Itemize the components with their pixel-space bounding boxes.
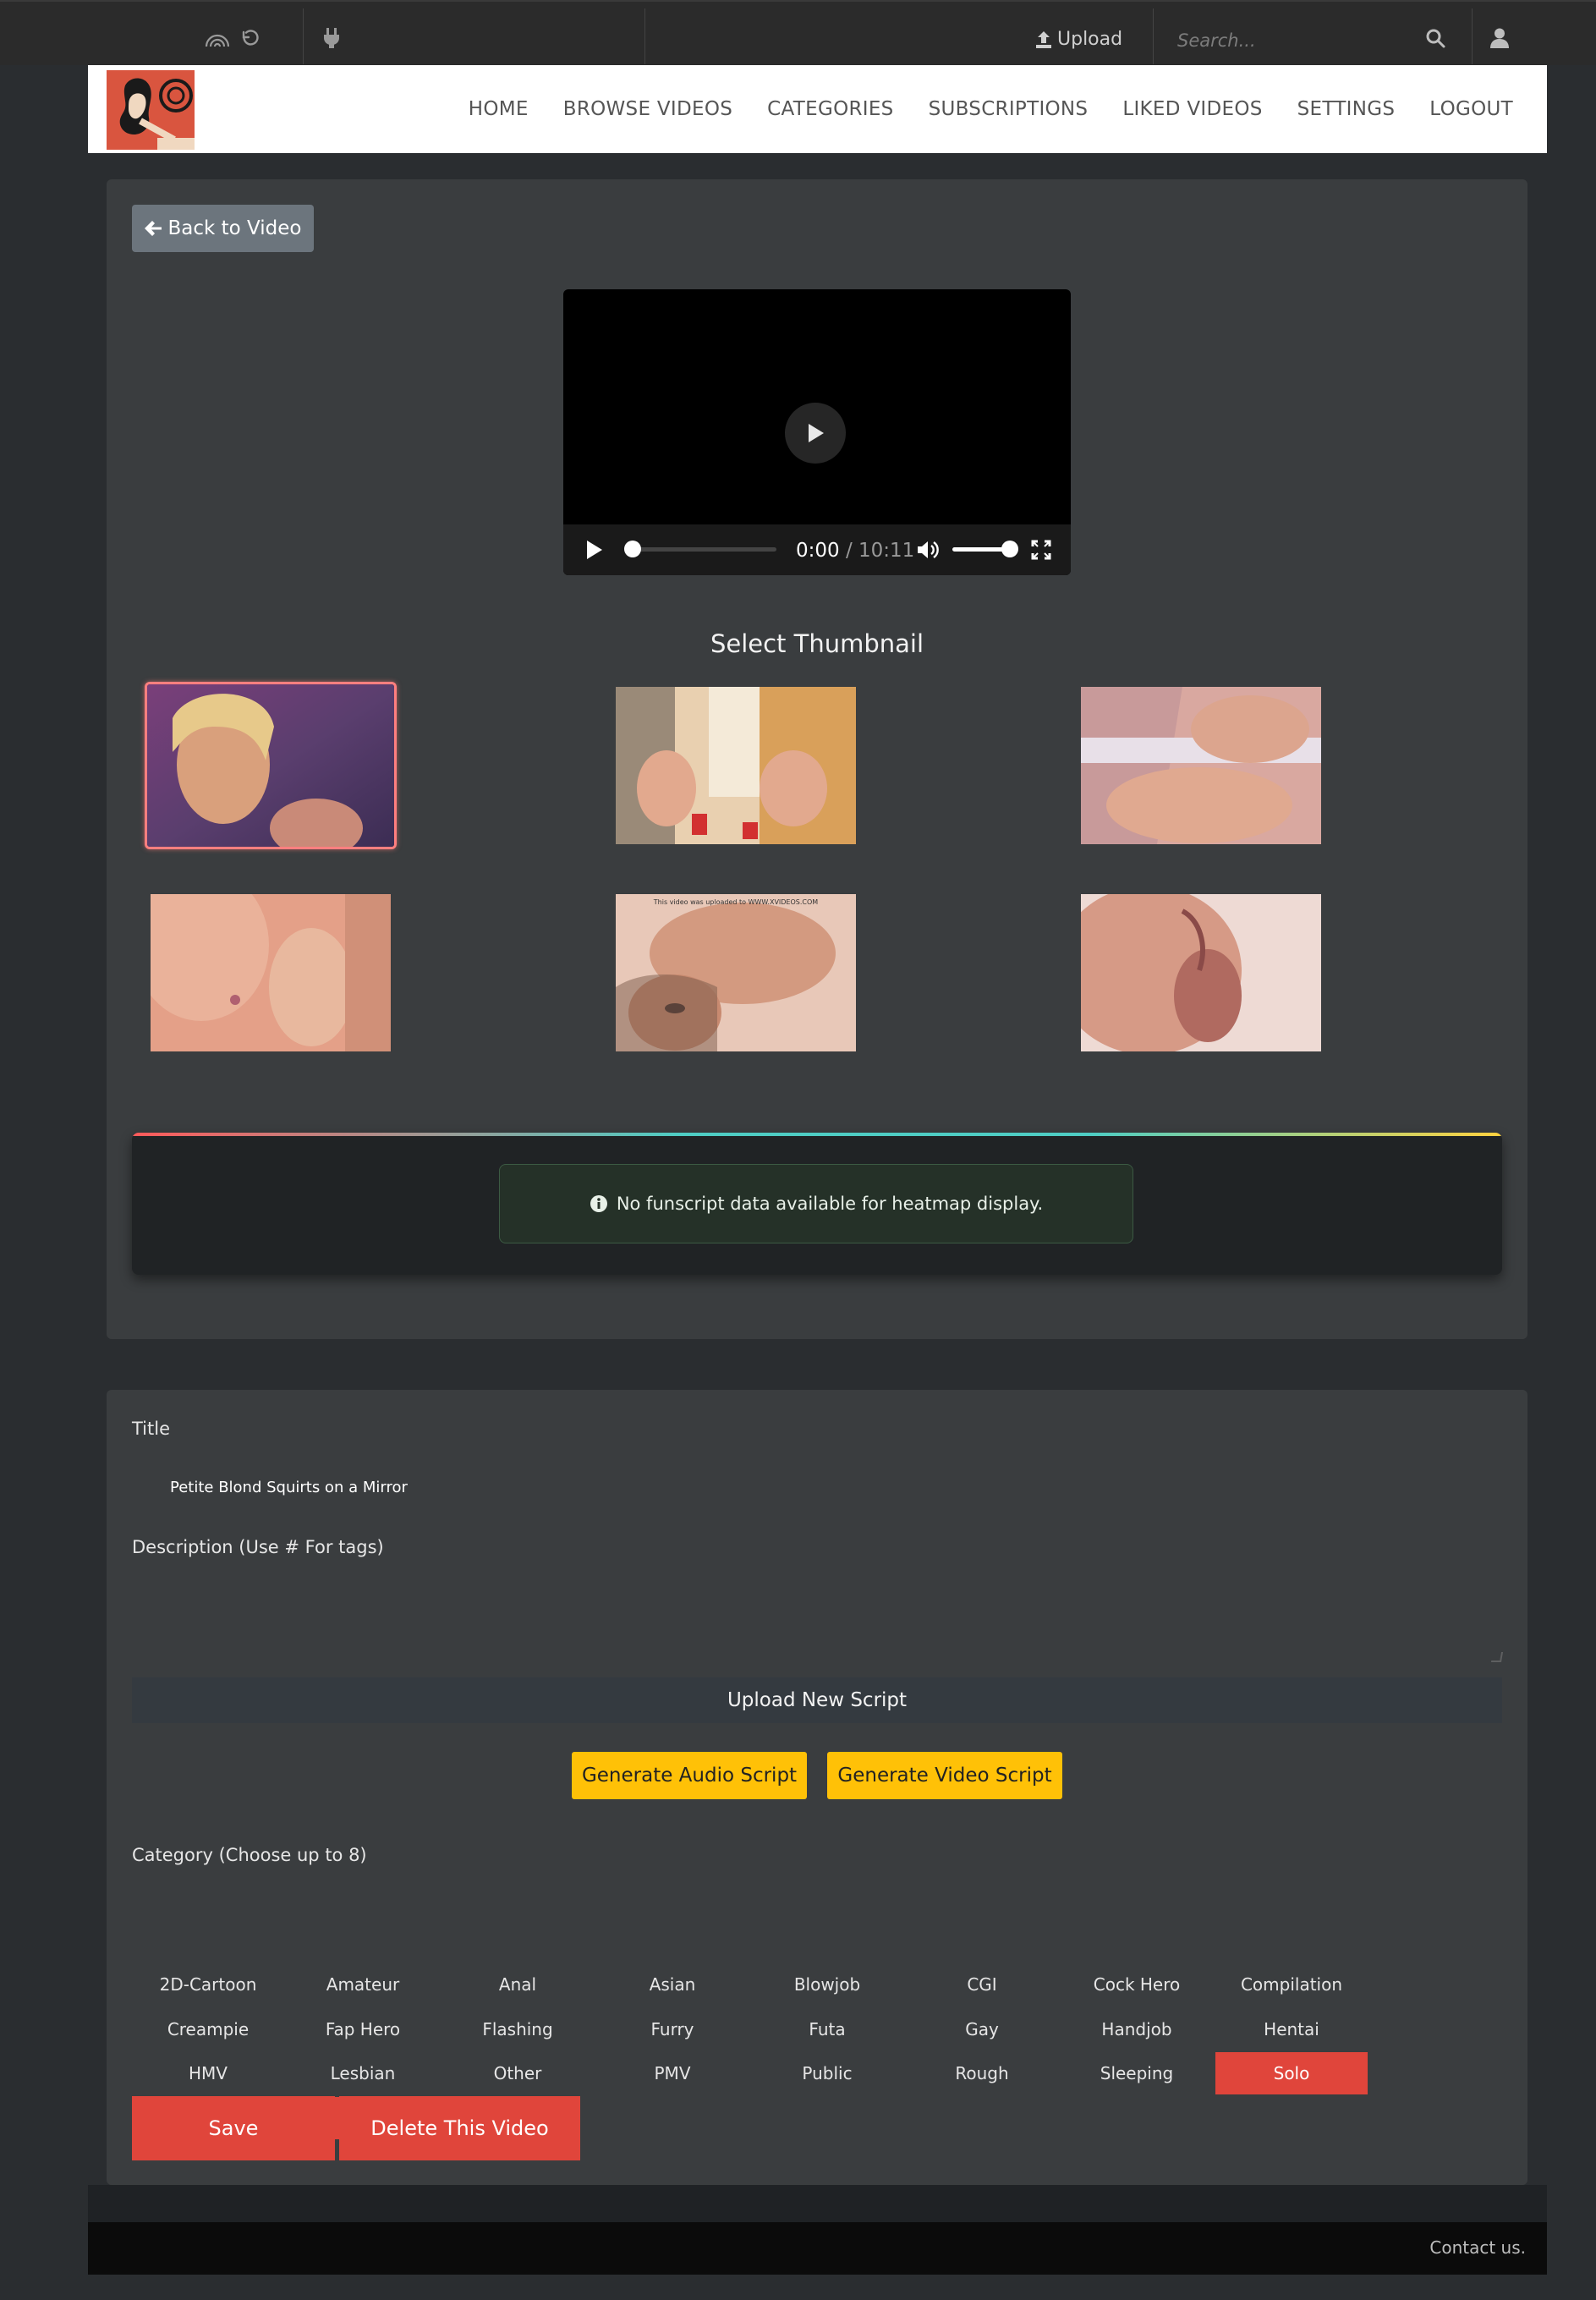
upload-link[interactable]: Upload [1035, 29, 1122, 50]
info-circle-icon [590, 1195, 607, 1212]
contact-link[interactable]: Contact us. [1429, 2237, 1526, 2258]
time-separator: / [839, 540, 859, 562]
category-option[interactable]: Sleeping [1061, 2052, 1213, 2094]
nav-subscriptions[interactable]: SUBSCRIPTIONS [929, 98, 1089, 120]
generate-video-script-button[interactable]: Generate Video Script [827, 1752, 1062, 1799]
search-input[interactable] [1157, 19, 1411, 63]
divider [1153, 8, 1154, 64]
seek-handle[interactable] [624, 541, 641, 557]
volume-icon[interactable] [917, 540, 939, 563]
user-icon[interactable] [1487, 25, 1512, 51]
current-time: 0:00 [796, 540, 840, 562]
category-option[interactable]: Other [442, 2052, 594, 2094]
category-option[interactable]: Lesbian [287, 2052, 439, 2094]
save-button[interactable]: Save [132, 2096, 335, 2160]
category-option[interactable]: PMV [596, 2052, 749, 2094]
category-option[interactable]: Creampie [132, 2008, 284, 2050]
nav-settings[interactable]: SETTINGS [1297, 98, 1396, 120]
play-icon [587, 541, 602, 559]
thumbnail-option[interactable] [616, 687, 856, 844]
nav-logout[interactable]: LOGOUT [1429, 98, 1513, 120]
category-option[interactable]: Compilation [1215, 1963, 1368, 2006]
divider [644, 8, 645, 64]
description-label: Description (Use # For tags) [132, 1537, 384, 1557]
footer: Contact us. [88, 2222, 1547, 2275]
thumbnail-option[interactable] [145, 682, 397, 849]
title-field[interactable] [132, 1466, 1502, 1508]
category-option[interactable]: Amateur [287, 1963, 439, 2006]
search-icon[interactable] [1423, 25, 1448, 51]
fullscreen-icon[interactable] [1031, 540, 1051, 563]
category-option[interactable]: Flashing [442, 2008, 594, 2050]
arrow-left-icon [144, 221, 162, 236]
top-bar: Upload [0, 0, 1596, 65]
thumbnail-option[interactable] [1081, 894, 1321, 1051]
category-option[interactable]: Cock Hero [1061, 1963, 1213, 2006]
nav-links: HOME BROWSE VIDEOS CATEGORIES SUBSCRIPTI… [469, 65, 1513, 153]
thumbnail-option[interactable] [1081, 687, 1321, 844]
divider [1472, 8, 1473, 64]
category-label: Category (Choose up to 8) [132, 1845, 367, 1865]
thumbnail-option[interactable]: This video was uploaded to WWW.XVIDEOS.C… [616, 894, 856, 1051]
category-option[interactable]: Solo [1215, 2052, 1368, 2094]
footer-spacer [88, 2185, 1547, 2222]
category-option[interactable]: Rough [906, 2052, 1058, 2094]
title-label: Title [132, 1419, 171, 1439]
category-option[interactable]: Furry [596, 2008, 749, 2050]
category-option[interactable]: Hentai [1215, 2008, 1368, 2050]
undo-icon[interactable] [237, 25, 262, 51]
upload-new-script-button[interactable]: Upload New Script [132, 1677, 1502, 1723]
volume-slider[interactable] [952, 541, 1018, 557]
description-field[interactable] [132, 1559, 1502, 1665]
heatmap-message: No funscript data available for heatmap … [616, 1194, 1044, 1214]
category-option[interactable]: Public [751, 2052, 903, 2094]
nav-browse-videos[interactable]: BROWSE VIDEOS [563, 98, 732, 120]
main-navbar: HOME BROWSE VIDEOS CATEGORIES SUBSCRIPTI… [88, 65, 1547, 153]
plug-icon[interactable] [319, 25, 344, 51]
heatmap-info-alert: No funscript data available for heatmap … [499, 1164, 1133, 1243]
time-display: 0:00 / 10:11 [796, 540, 914, 562]
rainbow-icon[interactable] [205, 25, 230, 51]
play-icon [809, 424, 824, 442]
nav-categories[interactable]: CATEGORIES [767, 98, 893, 120]
seek-bar[interactable] [624, 541, 776, 557]
delete-video-button[interactable]: Delete This Video [339, 2096, 580, 2160]
divider [303, 8, 304, 64]
category-option[interactable]: Blowjob [751, 1963, 903, 2006]
watermark-text: This video was uploaded to WWW.XVIDEOS.C… [653, 898, 818, 906]
category-option[interactable]: Asian [596, 1963, 749, 2006]
nav-home[interactable]: HOME [469, 98, 529, 120]
generate-audio-script-button[interactable]: Generate Audio Script [572, 1752, 807, 1799]
upload-icon [1036, 30, 1051, 48]
player-controls: 0:00 / 10:11 [563, 524, 1071, 575]
upload-label: Upload [1057, 29, 1123, 50]
heatmap-container: No funscript data available for heatmap … [132, 1133, 1502, 1275]
volume-handle[interactable] [1001, 541, 1018, 557]
edit-form-panel: Title Description (Use # For tags) Uploa… [107, 1390, 1527, 2185]
back-label: Back to Video [167, 217, 302, 239]
thumbnail-option[interactable] [151, 894, 391, 1051]
select-thumbnail-title: Select Thumbnail [710, 629, 924, 658]
category-option[interactable]: Anal [442, 1963, 594, 2006]
video-panel: Back to Video 0:00 / 10:11 Select Thumbn… [107, 179, 1527, 1339]
big-play-button[interactable] [785, 403, 846, 464]
play-button[interactable] [585, 540, 604, 563]
resize-handle[interactable] [1490, 1652, 1504, 1662]
nav-liked-videos[interactable]: LIKED VIDEOS [1122, 98, 1262, 120]
back-to-video-button[interactable]: Back to Video [132, 205, 314, 252]
duration: 10:11 [858, 540, 915, 562]
video-player[interactable]: 0:00 / 10:11 [563, 289, 1071, 575]
category-option[interactable]: Handjob [1061, 2008, 1213, 2050]
heatmap-bar [132, 1133, 1502, 1136]
category-option[interactable]: 2D-Cartoon [132, 1963, 284, 2006]
category-option[interactable]: Gay [906, 2008, 1058, 2050]
category-option[interactable]: Futa [751, 2008, 903, 2050]
category-option[interactable]: CGI [906, 1963, 1058, 2006]
site-logo[interactable] [107, 70, 195, 150]
category-option[interactable]: Fap Hero [287, 2008, 439, 2050]
category-option[interactable]: HMV [132, 2052, 284, 2094]
